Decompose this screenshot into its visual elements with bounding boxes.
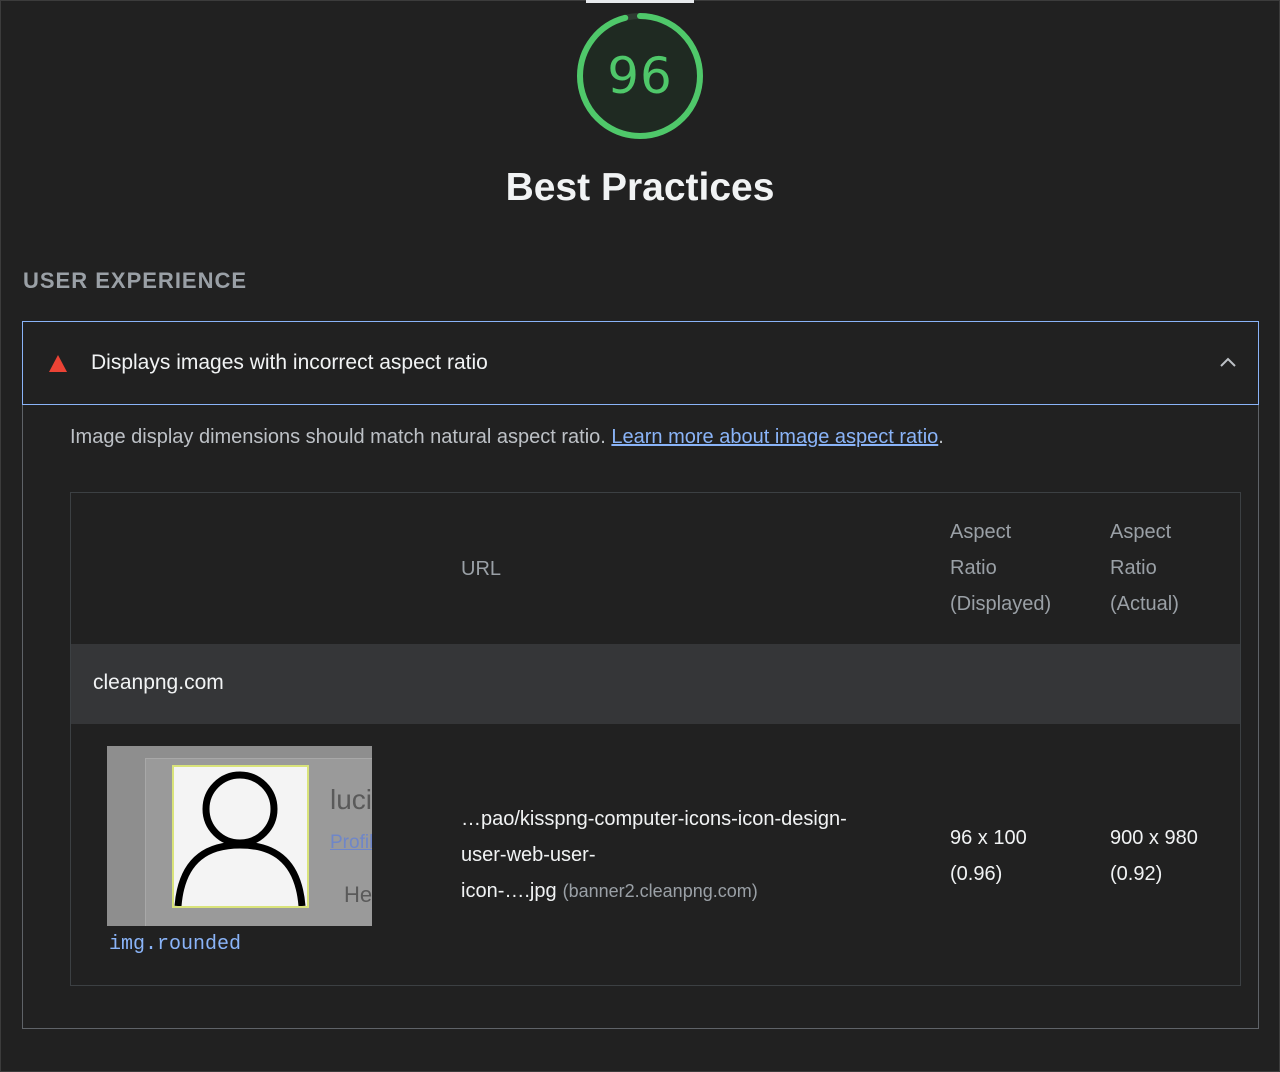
person-silhouette-icon [174,771,306,906]
audit-title: Displays images with incorrect aspect ra… [91,351,488,374]
category-title: Best Practices [505,166,775,209]
displayed-dimensions: 96 x 100 [950,827,1027,849]
header-actual-line: Ratio [1110,557,1157,579]
description-text: Image display dimensions should match na… [70,426,606,448]
header-displayed-line: (Displayed) [950,593,1052,615]
header-actual-line: Aspect [1110,521,1172,543]
table-group-row: cleanpng.com [71,644,1240,724]
header-displayed-line: Ratio [950,557,997,579]
url-cell[interactable]: …pao/kisspng-computer-icons-icon-design-… [461,801,911,909]
thumbnail-text: luci [330,784,372,815]
chevron-up-icon[interactable] [1218,355,1238,369]
user-avatar-icon [172,765,309,908]
displayed-ratio-cell: 96 x 100 (0.96) [950,820,1027,892]
active-tab-indicator [586,0,694,3]
thumbnail-link-text: Profil [330,832,372,853]
url-line-last: icon-….jpg (banner2.cleanpng.com) [461,873,911,909]
audit-header[interactable]: Displays images with incorrect aspect ra… [22,321,1259,405]
url-line: …pao/kisspng-computer-icons-icon-design- [461,808,847,830]
thumbnail-text: He [344,882,372,907]
score-gauge[interactable]: 96 [574,10,706,142]
actual-ratio: (0.92) [1110,863,1163,885]
audit-description: Image display dimensions should match na… [70,426,944,449]
element-screenshot[interactable]: luci Profil He [107,746,372,926]
fail-triangle-icon [49,355,67,372]
url-line: user-web-user- [461,844,596,866]
header-actual-line: (Actual) [1110,593,1179,615]
audit-aspect-ratio: Displays images with incorrect aspect ra… [22,321,1259,1029]
audit-group-title: USER EXPERIENCE [23,268,248,293]
header-displayed-line: Aspect [950,521,1012,543]
description-end: . [938,426,944,448]
details-table: URL Aspect Ratio (Displayed) Aspect Rati… [70,492,1241,986]
header-actual: Aspect Ratio (Actual) [1110,514,1179,622]
url-host: (banner2.cleanpng.com) [562,881,758,901]
node-selector[interactable]: img.rounded [109,933,241,956]
learn-more-link[interactable]: Learn more about image aspect ratio [611,426,938,448]
header-displayed: Aspect Ratio (Displayed) [950,514,1051,622]
actual-dimensions: 900 x 980 [1110,827,1198,849]
header-url: URL [461,558,502,580]
actual-ratio-cell: 900 x 980 (0.92) [1110,820,1198,892]
gauge-score: 96 [607,47,673,105]
group-row-label: cleanpng.com [93,671,224,694]
displayed-ratio: (0.96) [950,863,1003,885]
url-line: icon-….jpg [461,880,557,902]
